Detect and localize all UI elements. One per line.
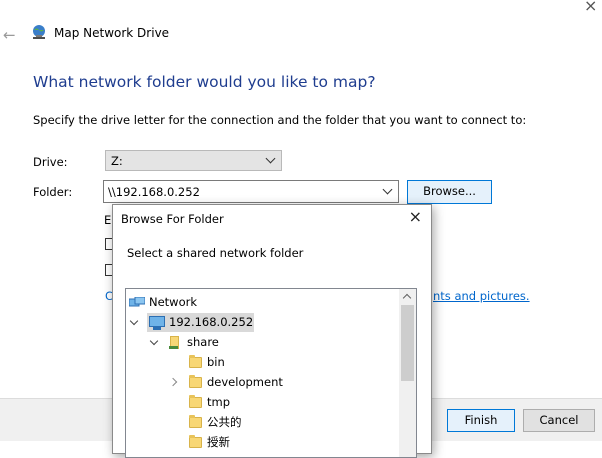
tree-label: Network [149, 295, 198, 309]
tree-item-development[interactable]: development [126, 373, 400, 392]
tree-label: development [207, 375, 283, 389]
folder-icon [189, 435, 202, 448]
computer-icon [149, 316, 165, 330]
tree-scrollbar[interactable] [399, 289, 416, 457]
dialog-description: Select a shared network folder [127, 246, 304, 260]
browse-button[interactable]: Browse... [407, 180, 492, 204]
tree-item-bin[interactable]: bin [126, 353, 400, 372]
folder-input[interactable]: \\192.168.0.252 [103, 180, 399, 203]
chevron-down-icon [265, 153, 276, 164]
folder-icon [189, 415, 202, 428]
tree-label: 公共的 [207, 415, 242, 429]
network-icon [128, 296, 146, 308]
tree-item-host[interactable]: 192.168.0.252 [126, 313, 400, 332]
partial-label: E [104, 213, 112, 227]
folder-label: Folder: [33, 185, 73, 199]
drive-value: Z: [111, 154, 123, 168]
chevron-down-icon[interactable] [382, 184, 393, 195]
tree-label: tmp [207, 395, 231, 409]
finish-button[interactable]: Finish [447, 409, 515, 432]
chevron-down-icon[interactable] [149, 336, 159, 346]
network-share-icon [169, 336, 179, 349]
tree-item-tmp[interactable]: tmp [126, 393, 400, 412]
back-arrow-icon[interactable]: ← [3, 26, 16, 44]
tree-item-network[interactable]: Network [126, 293, 400, 312]
close-icon[interactable]: × [409, 207, 422, 226]
close-icon[interactable]: × [584, 0, 597, 15]
folder-tree[interactable]: Network 192.168.0.252 share bin developm… [125, 288, 417, 458]
tree-label: 192.168.0.252 [169, 315, 254, 329]
chevron-down-icon[interactable] [129, 316, 139, 326]
tree-item-share[interactable]: share [126, 333, 400, 352]
scroll-up-icon[interactable] [402, 293, 412, 303]
chevron-right-icon[interactable] [168, 377, 178, 387]
folder-value: \\192.168.0.252 [108, 185, 200, 199]
browse-for-folder-dialog: Browse For Folder × Select a shared netw… [112, 204, 432, 458]
folder-icon [189, 375, 202, 388]
tree-item-partial[interactable]: 授新 [126, 433, 400, 452]
instruction-text: Specify the drive letter for the connect… [33, 113, 527, 127]
page-heading: What network folder would you like to ma… [33, 73, 376, 91]
folder-icon [189, 395, 202, 408]
map-network-drive-icon [31, 24, 47, 40]
wizard-title: Map Network Drive [54, 26, 170, 40]
cancel-button[interactable]: Cancel [523, 409, 595, 432]
folder-icon [189, 355, 202, 368]
scrollbar-thumb[interactable] [401, 305, 414, 381]
tree-label: share [187, 335, 219, 349]
dialog-title: Browse For Folder [121, 212, 224, 226]
tree-label: bin [207, 355, 225, 369]
drive-select[interactable]: Z: [105, 150, 282, 171]
tree-label: 授新 [207, 435, 230, 449]
tree-item-public[interactable]: 公共的 [126, 413, 400, 432]
drive-label: Drive: [33, 155, 68, 169]
connect-website-link[interactable]: nts and pictures. [433, 289, 530, 303]
